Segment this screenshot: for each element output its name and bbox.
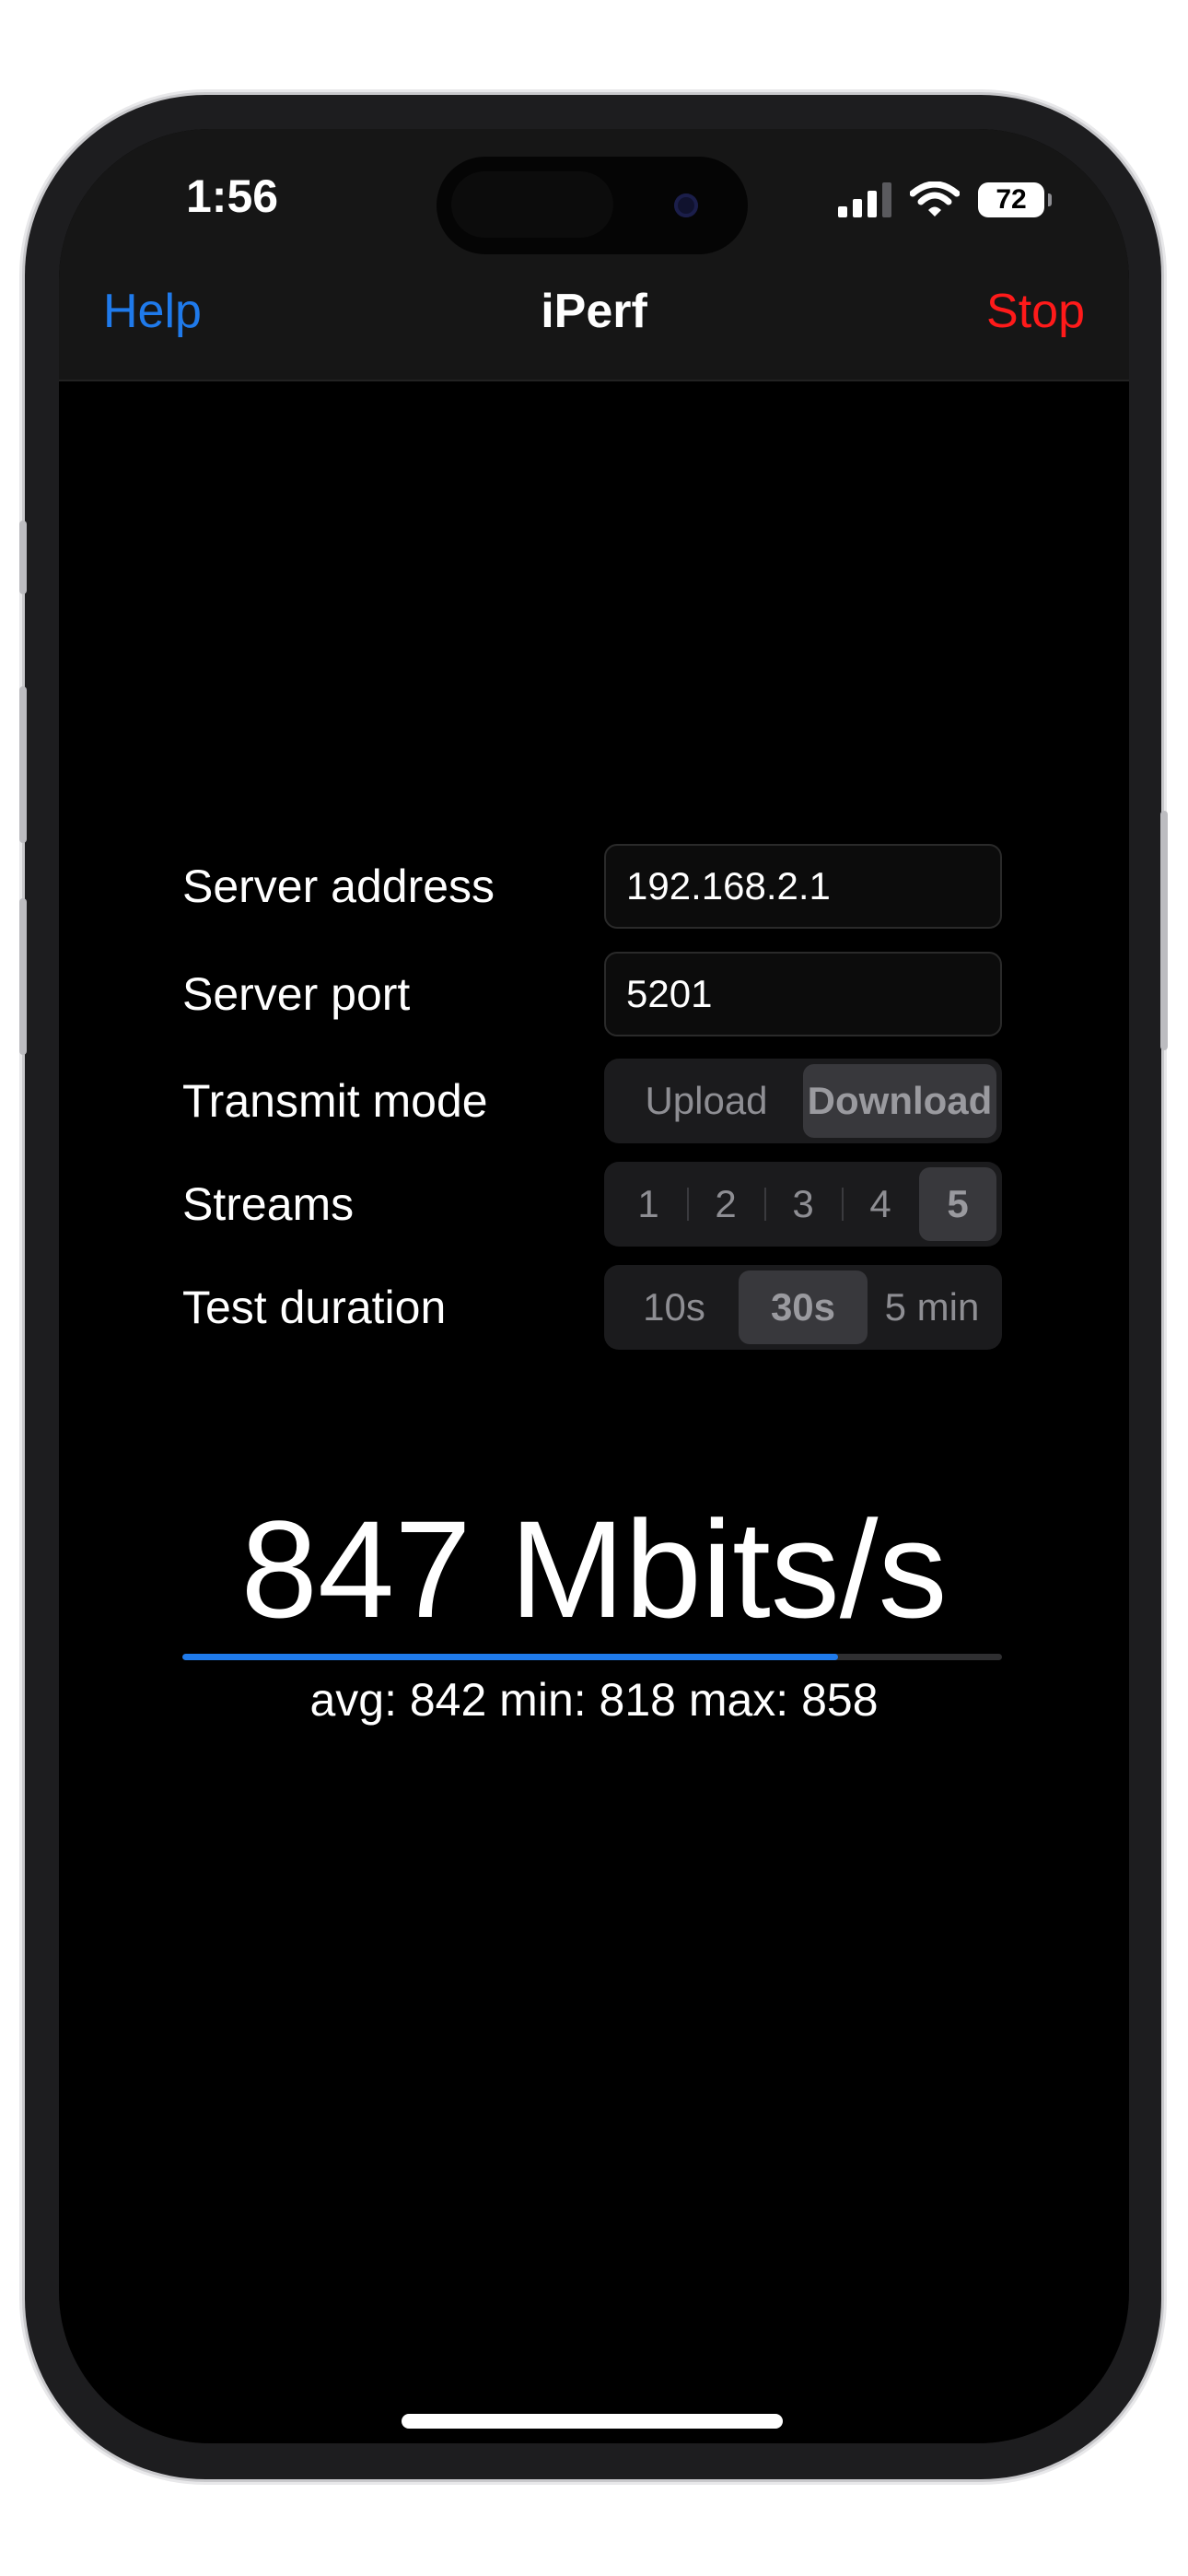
status-time: 1:56 [186,170,279,222]
page-title: iPerf [541,285,647,338]
screen: 1:56 72 Help iPerf Stop Server address 1… [59,129,1129,2443]
transmit-mode-control: Upload Download [604,1059,1002,1143]
home-indicator[interactable] [402,2414,783,2429]
streams-option-5[interactable]: 5 [919,1167,996,1241]
test-duration-control: 10s 30s 5 min [604,1265,1002,1350]
test-duration-10s[interactable]: 10s [610,1270,739,1344]
test-duration-5min[interactable]: 5 min [868,1270,996,1344]
test-duration-30s[interactable]: 30s [739,1270,868,1344]
stop-button[interactable]: Stop [986,284,1085,339]
island-sensor [451,171,613,238]
streams-label: Streams [182,1178,355,1230]
power-button [1160,811,1168,1050]
streams-option-4[interactable]: 4 [842,1167,919,1241]
transmit-mode-download[interactable]: Download [803,1064,996,1138]
test-progress-bar [182,1654,1002,1660]
server-port-row: Server port [182,952,1004,1036]
streams-option-2[interactable]: 2 [687,1167,764,1241]
server-address-row: Server address [182,844,1004,929]
transmit-mode-label: Transmit mode [182,1075,488,1127]
server-address-input[interactable] [604,844,1002,929]
action-button [19,521,27,594]
transmit-mode-row: Transmit mode Upload Download [182,1059,1004,1143]
dynamic-island [437,157,748,254]
wifi-icon [910,181,960,217]
streams-option-1[interactable]: 1 [610,1167,687,1241]
test-progress-fill [182,1654,838,1660]
server-port-label: Server port [182,968,411,1020]
server-address-label: Server address [182,861,495,912]
navigation-bar: 1:56 72 Help iPerf Stop [59,129,1129,381]
transmit-mode-upload[interactable]: Upload [610,1064,803,1138]
battery-icon: 72 [978,182,1052,217]
server-port-input[interactable] [604,952,1002,1036]
battery-level: 72 [996,184,1027,215]
streams-control: 1 2 3 4 5 [604,1162,1002,1247]
test-duration-row: Test duration 10s 30s 5 min [182,1265,1004,1350]
streams-option-3[interactable]: 3 [764,1167,842,1241]
test-duration-label: Test duration [182,1282,447,1333]
throughput-stats: avg: 842 min: 818 max: 858 [309,1674,879,1726]
status-icons: 72 [838,177,1052,223]
volume-up-button [19,686,27,843]
streams-row: Streams 1 2 3 4 5 [182,1162,1004,1247]
cellular-signal-icon [838,182,891,217]
throughput-value: 847 Mbits/s [240,1492,948,1646]
front-camera-icon [674,193,698,217]
volume-down-button [19,898,27,1055]
